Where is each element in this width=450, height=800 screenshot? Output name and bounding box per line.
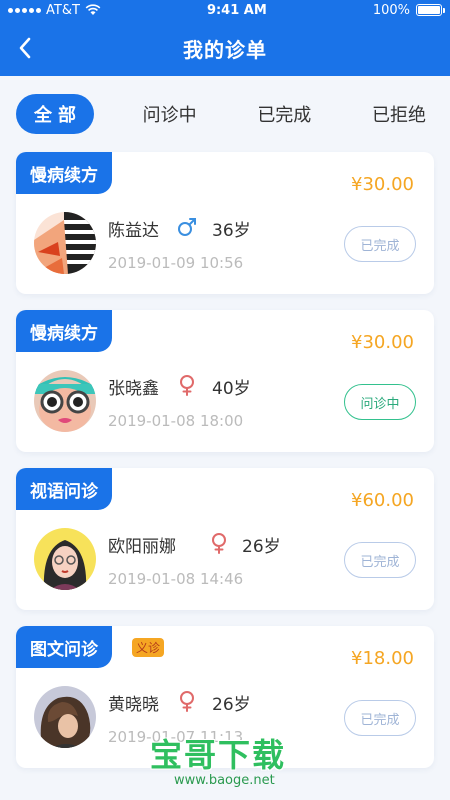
order-price: ¥30.00 [351, 174, 414, 195]
nav-bar: 我的诊单 [0, 20, 450, 76]
filter-tabs: 全部 问诊中 已完成 已拒绝 [16, 94, 438, 134]
battery-fill [418, 6, 440, 14]
app-header: AT&T 9:41 AM 100% 我的诊单 [0, 0, 450, 76]
carrier-label: AT&T [46, 2, 80, 18]
signal-icon [8, 7, 41, 13]
patient-name: 欧阳丽娜 [108, 537, 176, 557]
avatar [34, 528, 96, 590]
female-icon [180, 375, 194, 396]
tab-rejected[interactable]: 已拒绝 [360, 94, 438, 134]
status-left: AT&T [8, 3, 101, 18]
order-card[interactable]: 慢病续方 ¥30.00 陈益达 36岁 2019-01-09 10:56 已完成 [16, 152, 434, 294]
status-time: 9:41 AM [206, 2, 267, 18]
order-card[interactable]: 慢病续方 ¥30.00 张晓鑫 40岁 2019-01-08 18:00 问诊中 [16, 310, 434, 452]
order-date: 2019-01-08 18:00 [108, 412, 244, 430]
avatar [34, 686, 96, 748]
order-type-tag: 慢病续方 [16, 310, 112, 352]
patient-name: 陈益达 [108, 221, 159, 241]
avatar [34, 370, 96, 432]
tab-in-consultation[interactable]: 问诊中 [131, 94, 209, 134]
order-card[interactable]: 图文问诊 义诊 ¥18.00 黄晓晓 26岁 2019-01-07 11:13 … [16, 626, 434, 768]
avatar [34, 212, 96, 274]
order-type-tag: 图文问诊 [16, 626, 112, 668]
status-bar: AT&T 9:41 AM 100% [0, 0, 450, 20]
order-type-tag: 视语问诊 [16, 468, 112, 510]
back-button[interactable] [12, 34, 38, 62]
free-clinic-badge: 义诊 [132, 638, 165, 657]
order-date: 2019-01-08 14:46 [108, 570, 244, 588]
battery-icon [416, 4, 445, 16]
chevron-left-icon [19, 37, 31, 59]
tab-completed[interactable]: 已完成 [245, 94, 323, 134]
status-button[interactable]: 已完成 [344, 542, 416, 578]
patient-age: 40岁 [212, 379, 251, 399]
status-right: 100% [372, 2, 445, 18]
status-button[interactable]: 已完成 [344, 700, 416, 736]
patient-name: 黄晓晓 [108, 695, 159, 715]
watermark-url: www.baoge.net [174, 773, 275, 788]
patient-name: 张晓鑫 [108, 379, 159, 399]
male-icon [178, 218, 196, 236]
page-title: 我的诊单 [183, 37, 267, 62]
patient-age: 26岁 [242, 537, 281, 557]
status-button[interactable]: 问诊中 [344, 384, 416, 420]
patient-age: 26岁 [212, 695, 251, 715]
order-price: ¥18.00 [351, 648, 414, 669]
battery-percent: 100% [372, 2, 410, 18]
wifi-icon [85, 4, 101, 15]
patient-age: 36岁 [212, 221, 251, 241]
order-date: 2019-01-09 10:56 [108, 254, 244, 272]
tab-all[interactable]: 全部 [16, 94, 94, 134]
order-type-tag: 慢病续方 [16, 152, 112, 194]
status-button[interactable]: 已完成 [344, 226, 416, 262]
order-date: 2019-01-07 11:13 [108, 728, 244, 746]
order-card[interactable]: 视语问诊 ¥60.00 欧阳丽娜 26岁 2019-01-08 14:46 已完… [16, 468, 434, 610]
female-icon [180, 691, 194, 712]
order-price: ¥30.00 [351, 332, 414, 353]
order-price: ¥60.00 [351, 490, 414, 511]
female-icon [212, 533, 226, 554]
